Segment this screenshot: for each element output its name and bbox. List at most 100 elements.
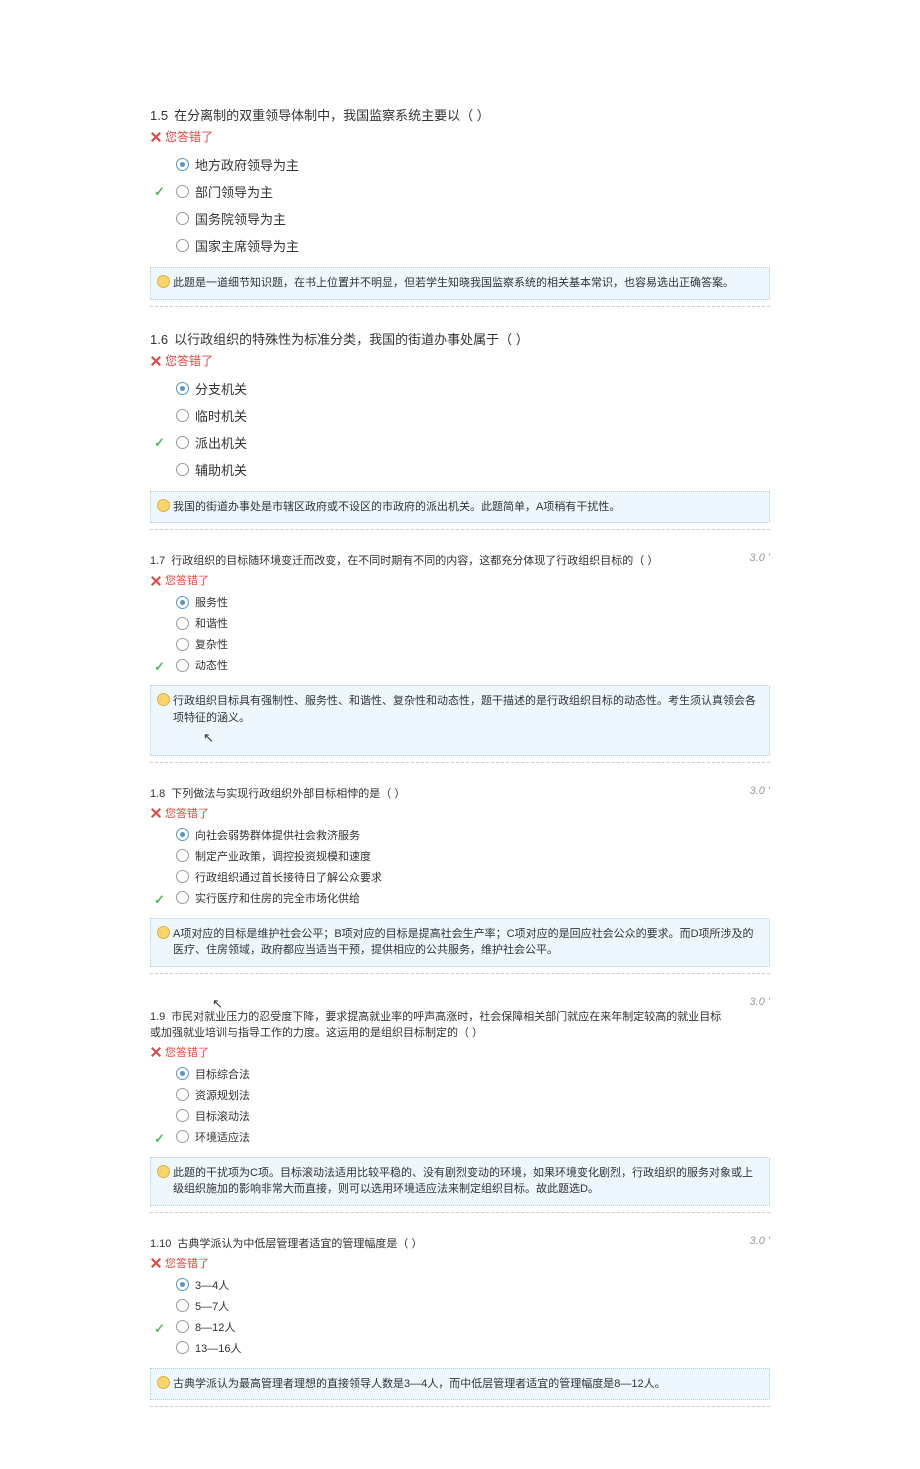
radio-icon[interactable] <box>176 1320 189 1333</box>
option-row[interactable]: ✓ 环境适应法 <box>154 1129 770 1145</box>
radio-icon[interactable] <box>176 849 189 862</box>
radio-icon[interactable] <box>176 638 189 651</box>
radio-icon[interactable] <box>176 409 189 422</box>
option-text: 派出机关 <box>195 433 247 452</box>
explanation-text: 此题是一道细节知识题，在书上位置并不明显，但若学生知晓我国监察系统的相关基本常识… <box>173 277 734 289</box>
option-row[interactable]: 辅助机关 <box>154 460 770 479</box>
option-text: 行政组织通过首长接待日了解公众要求 <box>195 869 382 885</box>
question-text: 1.9市民对就业压力的忍受度下降，要求提高就业率的呼声高涨时，社会保障相关部门就… <box>150 1008 770 1040</box>
radio-icon[interactable] <box>176 1130 189 1143</box>
option-row[interactable]: 地方政府领导为主 <box>154 155 770 174</box>
radio-icon[interactable] <box>176 596 189 609</box>
question-score: 3.0 ' <box>750 785 770 797</box>
option-text: 资源规划法 <box>195 1087 250 1103</box>
radio-icon[interactable] <box>176 436 189 449</box>
option-row[interactable]: 资源规划法 <box>154 1087 770 1103</box>
radio-icon[interactable] <box>176 463 189 476</box>
radio-icon[interactable] <box>176 212 189 225</box>
option-text: 临时机关 <box>195 406 247 425</box>
option-row[interactable]: 5—7人 <box>154 1298 770 1314</box>
option-row[interactable]: 服务性 <box>154 594 770 610</box>
option-text: 地方政府领导为主 <box>195 155 299 174</box>
bulb-icon <box>157 693 170 706</box>
radio-icon[interactable] <box>176 1278 189 1291</box>
question-number: 1.5 <box>150 108 168 123</box>
cursor: ↖ <box>201 728 761 748</box>
radio-icon[interactable] <box>176 617 189 630</box>
radio-icon[interactable] <box>176 891 189 904</box>
explanation-box: 此题是一道细节知识题，在书上位置并不明显，但若学生知晓我国监察系统的相关基本常识… <box>150 267 770 300</box>
bulb-icon <box>157 1165 170 1178</box>
radio-icon[interactable] <box>176 1341 189 1354</box>
option-text: 目标综合法 <box>195 1066 250 1082</box>
option-row[interactable]: 和谐性 <box>154 615 770 631</box>
feedback-wrong: 您答错了 <box>150 352 770 369</box>
question-block: 1.10古典学派认为中低层管理者适宜的管理幅度是（ ） 3.0 ' 您答错了 3… <box>150 1235 770 1408</box>
check-icon: ✓ <box>154 892 165 908</box>
radio-icon[interactable] <box>176 1088 189 1101</box>
question-text: 1.7行政组织的目标随环境变迁而改变，在不同时期有不同的内容，这都充分体现了行政… <box>150 552 770 568</box>
check-icon: ✓ <box>154 184 165 200</box>
radio-icon[interactable] <box>176 382 189 395</box>
explanation-text: 古典学派认为最高管理者理想的直接领导人数是3—4人，而中低层管理者适宜的管理幅度… <box>173 1378 666 1390</box>
radio-icon[interactable] <box>176 158 189 171</box>
bulb-icon <box>157 499 170 512</box>
option-row[interactable]: 国务院领导为主 <box>154 209 770 228</box>
option-text: 服务性 <box>195 594 228 610</box>
explanation-box: 行政组织目标具有强制性、服务性、和谐性、复杂性和动态性，题干描述的是行政组织目标… <box>150 685 770 756</box>
feedback-label: 您答错了 <box>165 1255 209 1271</box>
question-text: 1.10古典学派认为中低层管理者适宜的管理幅度是（ ） 3.0 ' <box>150 1235 770 1251</box>
option-row[interactable]: ✓ 部门领导为主 <box>154 182 770 201</box>
radio-icon[interactable] <box>176 185 189 198</box>
option-row[interactable]: ✓ 派出机关 <box>154 433 770 452</box>
question-block: 1.8下列做法与实现行政组织外部目标相悖的是（ ） 3.0 ' 您答错了 向社会… <box>150 785 770 974</box>
option-row[interactable]: 目标滚动法 <box>154 1108 770 1124</box>
radio-icon[interactable] <box>176 1299 189 1312</box>
feedback-wrong: 您答错了 <box>150 128 770 145</box>
option-row[interactable]: ✓ 实行医疗和住房的完全市场化供给 <box>154 890 770 906</box>
option-row[interactable]: 行政组织通过首长接待日了解公众要求 <box>154 869 770 885</box>
question-score: 3.0 ' <box>750 996 770 1008</box>
option-row[interactable]: 国家主席领导为主 <box>154 236 770 255</box>
radio-icon[interactable] <box>176 828 189 841</box>
question-block: ↖ 1.9市民对就业压力的忍受度下降，要求提高就业率的呼声高涨时，社会保障相关部… <box>150 996 770 1213</box>
option-text: 分支机关 <box>195 379 247 398</box>
option-row[interactable]: 制定产业政策，调控投资规模和速度 <box>154 848 770 864</box>
explanation-text: 行政组织目标具有强制性、服务性、和谐性、复杂性和动态性，题干描述的是行政组织目标… <box>173 695 756 724</box>
explanation-text: 此题的干扰项为C项。目标滚动法适用比较平稳的、没有剧烈变动的环境，如果环境变化剧… <box>173 1167 753 1196</box>
option-row[interactable]: 目标综合法 <box>154 1066 770 1082</box>
radio-icon[interactable] <box>176 870 189 883</box>
question-block: 1.7行政组织的目标随环境变迁而改变，在不同时期有不同的内容，这都充分体现了行政… <box>150 552 770 763</box>
option-row[interactable]: 3—4人 <box>154 1277 770 1293</box>
option-row[interactable]: 临时机关 <box>154 406 770 425</box>
option-row[interactable]: ✓ 8—12人 <box>154 1319 770 1335</box>
question-text: 1.6以行政组织的特殊性为标准分类，我国的街道办事处属于（ ） <box>150 329 770 348</box>
question-block: 1.5在分离制的双重领导体制中，我国监察系统主要以（ ） 您答错了 地方政府领导… <box>150 105 770 307</box>
option-row[interactable]: 13—16人 <box>154 1340 770 1356</box>
feedback-wrong: 您答错了 <box>150 1255 770 1271</box>
question-number: 1.6 <box>150 332 168 347</box>
option-text: 动态性 <box>195 657 228 673</box>
option-text: 8—12人 <box>195 1319 235 1335</box>
option-row[interactable]: 分支机关 <box>154 379 770 398</box>
options-group: 3—4人 5—7人 ✓ 8—12人 13—16人 <box>154 1277 770 1356</box>
feedback-label: 您答错了 <box>165 352 213 369</box>
option-row[interactable]: ✓ 动态性 <box>154 657 770 673</box>
x-icon <box>150 1257 161 1268</box>
explanation-text: A项对应的目标是维护社会公平；B项对应的目标是提高社会生产率；C项对应的是回应社… <box>173 928 754 957</box>
bulb-icon <box>157 275 170 288</box>
radio-icon[interactable] <box>176 239 189 252</box>
question-score: 3.0 ' <box>750 1235 770 1247</box>
radio-icon[interactable] <box>176 1067 189 1080</box>
option-row[interactable]: 向社会弱势群体提供社会救济服务 <box>154 827 770 843</box>
radio-icon[interactable] <box>176 659 189 672</box>
check-icon: ✓ <box>154 435 165 451</box>
option-text: 制定产业政策，调控投资规模和速度 <box>195 848 371 864</box>
radio-icon[interactable] <box>176 1109 189 1122</box>
explanation-box: 古典学派认为最高管理者理想的直接领导人数是3—4人，而中低层管理者适宜的管理幅度… <box>150 1368 770 1401</box>
option-text: 实行医疗和住房的完全市场化供给 <box>195 890 360 906</box>
check-icon: ✓ <box>154 1131 165 1147</box>
feedback-label: 您答错了 <box>165 572 209 588</box>
option-row[interactable]: 复杂性 <box>154 636 770 652</box>
options-group: 目标综合法 资源规划法 目标滚动法 ✓ 环境适应法 <box>154 1066 770 1145</box>
